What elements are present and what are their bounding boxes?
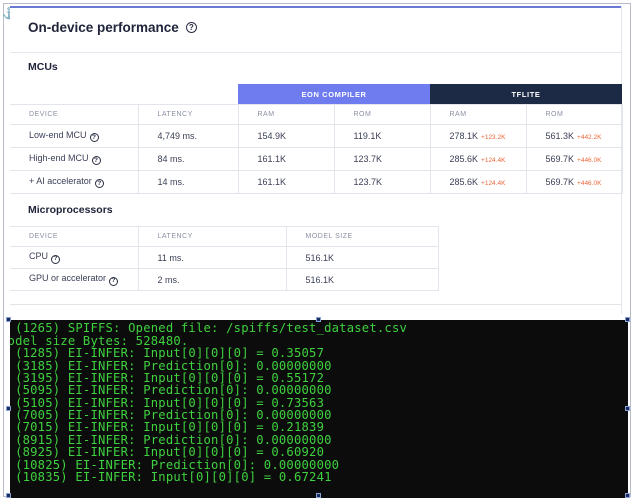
- divider: [10, 52, 622, 53]
- column-header: RAM: [237, 104, 335, 125]
- column-header: RAM: [429, 104, 527, 125]
- tflite-ram-delta: +123.2K: [481, 134, 506, 141]
- terminal-line: I (8925) EI-INFER: Input[0][0][0] = 0.60…: [10, 445, 325, 459]
- latency-cell: 4,749 ms.: [137, 124, 239, 148]
- resize-handle[interactable]: [625, 317, 630, 322]
- column-header: MODEL SIZE: [285, 226, 439, 247]
- device-cell: + AI accelerator?: [10, 170, 139, 194]
- tflite-ram-delta: +124.4K: [481, 157, 506, 164]
- page-title: On-device performance: [28, 20, 179, 35]
- tflite-band: TFLITE: [430, 84, 622, 104]
- eon-rom-cell: 119.1K: [333, 124, 431, 148]
- table-row: Low-end MCU? 4,749 ms. 154.9K 119.1K 278…: [10, 124, 623, 148]
- tflite-ram-delta: +124.4K: [481, 180, 506, 187]
- resize-handle[interactable]: [625, 406, 630, 411]
- device-label: High-end MCU: [29, 152, 89, 163]
- table-row: High-end MCU? 84 ms. 161.1K 123.7K 285.6…: [10, 147, 623, 171]
- device-label: CPU: [29, 251, 49, 262]
- terminal-line: I (10835) EI-INFER: Input[0][0][0] = 0.6…: [10, 470, 332, 484]
- latency-cell: 84 ms.: [137, 147, 239, 171]
- tflite-ram-cell: 285.6K +124.4K: [429, 147, 527, 171]
- question-circle-icon[interactable]: ?: [185, 22, 197, 33]
- tflite-rom-value: 569.7K: [545, 154, 575, 164]
- column-header: LATENCY: [137, 226, 287, 247]
- tflite-ram-value: 285.6K: [449, 154, 479, 164]
- table-header-row: DEVICE LATENCY MODEL SIZE: [10, 226, 439, 247]
- device-cell: CPU?: [10, 246, 139, 269]
- latency-cell: 11 ms.: [137, 246, 287, 269]
- latency-cell: 14 ms.: [137, 170, 239, 194]
- terminal-line: I (1265) SPIFFS: Opened file: /spiffs/te…: [10, 321, 408, 335]
- device-cell: Low-end MCU?: [10, 124, 139, 148]
- eon-ram-cell: 154.9K: [237, 124, 335, 148]
- eon-rom-cell: 123.7K: [333, 170, 431, 194]
- table-row: GPU or accelerator? 2 ms. 516.1K: [10, 268, 439, 291]
- table-row: + AI accelerator? 14 ms. 161.1K 123.7K 2…: [10, 170, 623, 194]
- tflite-rom-delta: +442.2K: [577, 134, 602, 141]
- tflite-ram-value: 285.6K: [449, 177, 479, 187]
- question-circle-icon[interactable]: ?: [94, 179, 104, 189]
- table-row: CPU? 11 ms. 516.1K: [10, 246, 439, 269]
- serial-terminal-output: I (1265) SPIFFS: Opened file: /spiffs/te…: [10, 320, 628, 498]
- question-circle-icon[interactable]: ?: [109, 276, 119, 286]
- device-cell: High-end MCU?: [10, 147, 139, 171]
- question-circle-icon[interactable]: ?: [89, 133, 99, 143]
- tflite-rom-delta: +446.0K: [577, 157, 602, 164]
- tflite-rom-cell: 569.7K +446.0K: [525, 147, 623, 171]
- eon-ram-cell: 161.1K: [237, 170, 335, 194]
- column-header: ROM: [525, 104, 623, 125]
- card-top-border: [10, 6, 622, 8]
- column-header: ROM: [333, 104, 431, 125]
- tflite-ram-cell: 285.6K +124.4K: [429, 170, 527, 194]
- terminal-line: I (5095) EI-INFER: Prediction[0]: 0.0000…: [10, 383, 332, 397]
- eon-compiler-band: EON COMPILER: [238, 84, 430, 104]
- tflite-ram-value: 278.1K: [449, 131, 479, 141]
- device-label: Low-end MCU: [29, 129, 87, 140]
- resize-handle[interactable]: [6, 493, 11, 498]
- mcu-performance-table: DEVICE LATENCY RAM ROM RAM ROM Low-end M…: [10, 104, 623, 194]
- model-size-cell: 516.1K: [285, 268, 439, 291]
- latency-cell: 2 ms.: [137, 268, 287, 291]
- tflite-ram-cell: 278.1K +123.2K: [429, 124, 527, 148]
- model-size-cell: 516.1K: [285, 246, 439, 269]
- column-header: DEVICE: [10, 104, 139, 125]
- tflite-rom-delta: +446.0K: [577, 180, 602, 187]
- column-header: LATENCY: [137, 104, 239, 125]
- tflite-rom-value: 569.7K: [545, 177, 575, 187]
- section-title-microprocessors: Microprocessors: [28, 204, 113, 216]
- card-bottom-divider: [10, 304, 622, 305]
- resize-handle[interactable]: [6, 406, 11, 411]
- device-label: + AI accelerator: [29, 175, 92, 186]
- resize-handle[interactable]: [316, 317, 321, 322]
- microprocessor-performance-table: DEVICE LATENCY MODEL SIZE CPU? 11 ms. 51…: [10, 226, 439, 291]
- resize-handle[interactable]: [6, 317, 11, 322]
- eon-rom-cell: 123.7K: [333, 147, 431, 171]
- device-cell: GPU or accelerator?: [10, 268, 139, 291]
- terminal-line: I (7015) EI-INFER: Input[0][0][0] = 0.21…: [10, 420, 325, 434]
- question-circle-icon[interactable]: ?: [91, 156, 101, 166]
- resize-handle[interactable]: [625, 493, 630, 498]
- table-header-row: DEVICE LATENCY RAM ROM RAM ROM: [10, 104, 623, 125]
- terminal-line: I (1285) EI-INFER: Input[0][0][0] = 0.35…: [10, 346, 325, 360]
- eon-ram-cell: 161.1K: [237, 147, 335, 171]
- section-title-mcus: MCUs: [28, 61, 58, 73]
- device-label: GPU or accelerator: [29, 273, 107, 284]
- performance-header: On-device performance ?: [28, 20, 197, 35]
- tflite-rom-cell: 569.7K +446.0K: [525, 170, 623, 194]
- tflite-rom-value: 561.3K: [545, 131, 575, 141]
- tflite-rom-cell: 561.3K +442.2K: [525, 124, 623, 148]
- column-header: DEVICE: [10, 226, 139, 247]
- resize-handle[interactable]: [316, 493, 321, 498]
- question-circle-icon[interactable]: ?: [51, 254, 61, 264]
